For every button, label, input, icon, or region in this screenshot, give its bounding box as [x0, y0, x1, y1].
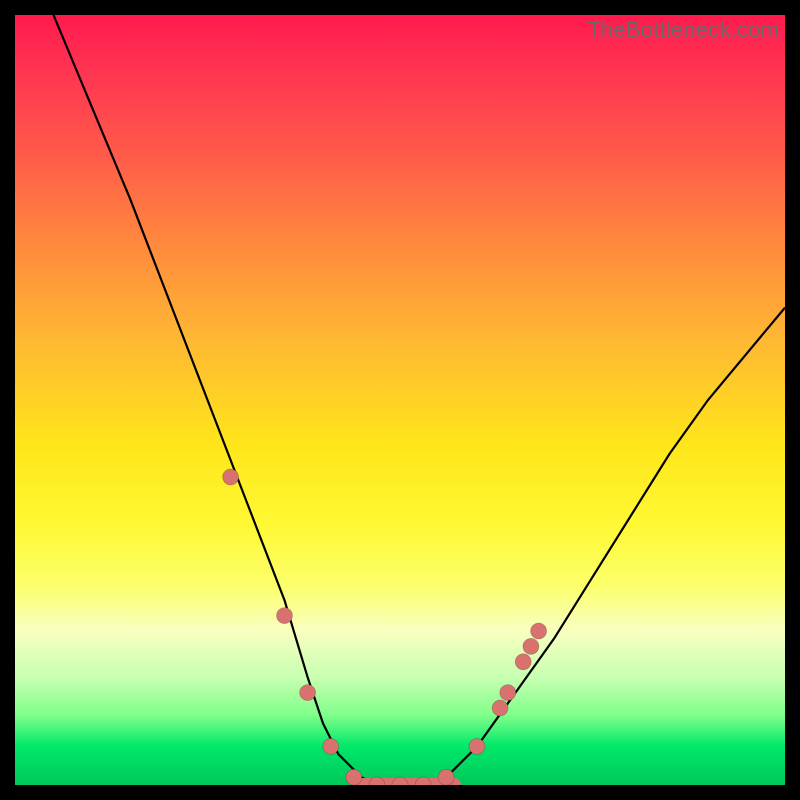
- chart-svg: [15, 15, 785, 785]
- highlight-dot: [531, 623, 547, 639]
- highlight-dot: [346, 769, 362, 785]
- highlight-dot: [223, 469, 239, 485]
- highlight-dot: [323, 739, 339, 755]
- highlight-dot: [438, 769, 454, 785]
- highlight-dot: [515, 654, 531, 670]
- bottleneck-curve: [54, 15, 786, 785]
- highlight-dot: [492, 700, 508, 716]
- chart-area: TheBottleneck.com: [15, 15, 785, 785]
- highlight-dot: [523, 638, 539, 654]
- highlight-dot: [277, 608, 293, 624]
- highlight-dot: [300, 685, 316, 701]
- highlight-dot: [469, 739, 485, 755]
- highlight-dot: [500, 685, 516, 701]
- highlight-dots: [223, 469, 547, 785]
